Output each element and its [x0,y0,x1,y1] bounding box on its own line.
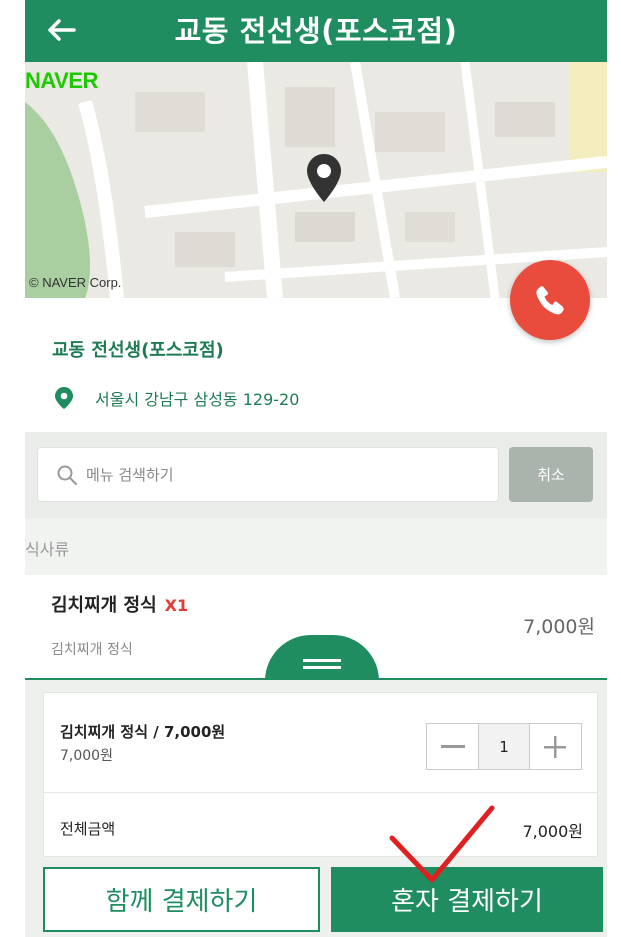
search-bar: 메뉴 검색하기 취소 [25,432,607,518]
call-button[interactable] [510,260,590,340]
search-icon [57,465,77,485]
store-address: 서울시 강남구 삼성동 129-20 [95,390,300,409]
quantity-value: 1 [478,724,530,769]
minus-icon[interactable] [427,724,478,769]
search-input[interactable]: 메뉴 검색하기 [37,447,499,502]
location-pin-icon [55,387,73,409]
menu-item-quantity: X1 [164,596,189,615]
total-value: 7,000원 [522,822,583,841]
order-item-price: 7,000원 [60,748,113,764]
category-header: 식사류 [25,518,607,575]
category-label: 식사류 [25,540,70,559]
store-name: 교동 전선생(포스코점) [52,340,224,361]
search-placeholder: 메뉴 검색하기 [86,466,174,484]
menu-item-name: 김치찌개 정식 [51,595,157,616]
menu-item-subtitle: 김치찌개 정식 [51,642,133,658]
quantity-stepper: 1 [426,723,582,770]
map-pin-icon [307,154,341,202]
map-copyright: © NAVER Corp. [29,275,122,290]
naver-logo: NAVER [25,68,98,93]
cancel-button[interactable]: 취소 [509,447,593,502]
page-title: 교동 전선생(포스코점) [174,14,458,48]
order-item-line: 김치찌개 정식 / 7,000원 [60,723,226,741]
pay-together-button[interactable]: 함께 결제하기 [43,867,320,932]
order-summary-card: 김치찌개 정식 / 7,000원 7,000원 1 전체금액 7,000원 [43,692,598,857]
map-view[interactable]: NAVER © NAVER Corp. [25,62,607,298]
menu-item-price: 7,000원 [523,616,595,638]
phone-icon [536,286,564,315]
total-label: 전체금액 [60,820,116,838]
plus-icon[interactable] [530,724,581,769]
pay-alone-button[interactable]: 혼자 결제하기 [331,867,603,932]
top-bar: 교동 전선생(포스코점) [25,0,607,62]
card-divider [44,792,597,793]
menu-item-title: 김치찌개 정식 X1 [51,591,188,617]
